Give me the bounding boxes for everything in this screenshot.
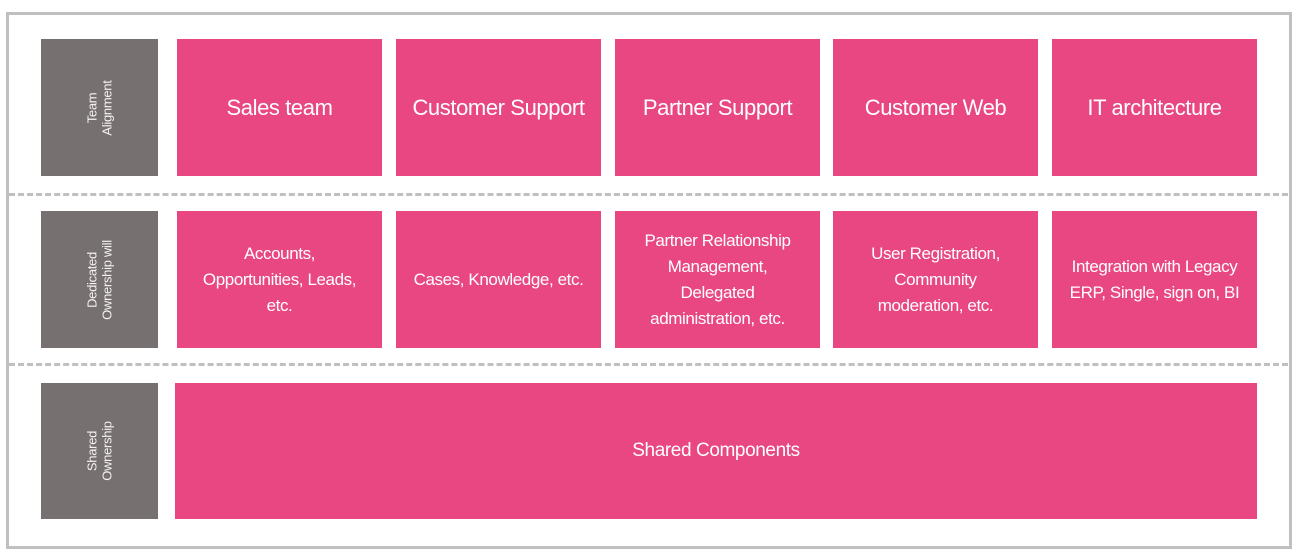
row-label-text: Dedicated Ownership will	[84, 239, 115, 320]
team-customer-web: Customer Web	[833, 39, 1038, 176]
team-sales: Sales team	[177, 39, 382, 176]
row-label-shared-ownership: Shared Ownership	[41, 383, 158, 519]
row-label-dedicated-ownership: Dedicated Ownership will	[41, 211, 158, 348]
ownership-partner-support: Partner Relationship Management, Delegat…	[615, 211, 820, 348]
row-divider	[9, 193, 1288, 196]
row-divider	[9, 363, 1288, 366]
team-partner-support: Partner Support	[615, 39, 820, 176]
team-it-architecture: IT architecture	[1052, 39, 1257, 176]
ownership-it-architecture: Integration with Legacy ERP, Single, sig…	[1052, 211, 1257, 348]
ownership-customer-support: Cases, Knowledge, etc.	[396, 211, 601, 348]
ownership-customer-web: User Registration, Community moderation,…	[833, 211, 1038, 348]
row-label-team-alignment: Team Alignment	[41, 39, 158, 176]
team-customer-support: Customer Support	[396, 39, 601, 176]
row-label-text: Shared Ownership	[84, 421, 115, 481]
shared-components: Shared Components	[175, 383, 1257, 519]
row-label-text: Team Alignment	[84, 79, 115, 136]
ownership-sales: Accounts, Opportunities, Leads, etc.	[177, 211, 382, 348]
